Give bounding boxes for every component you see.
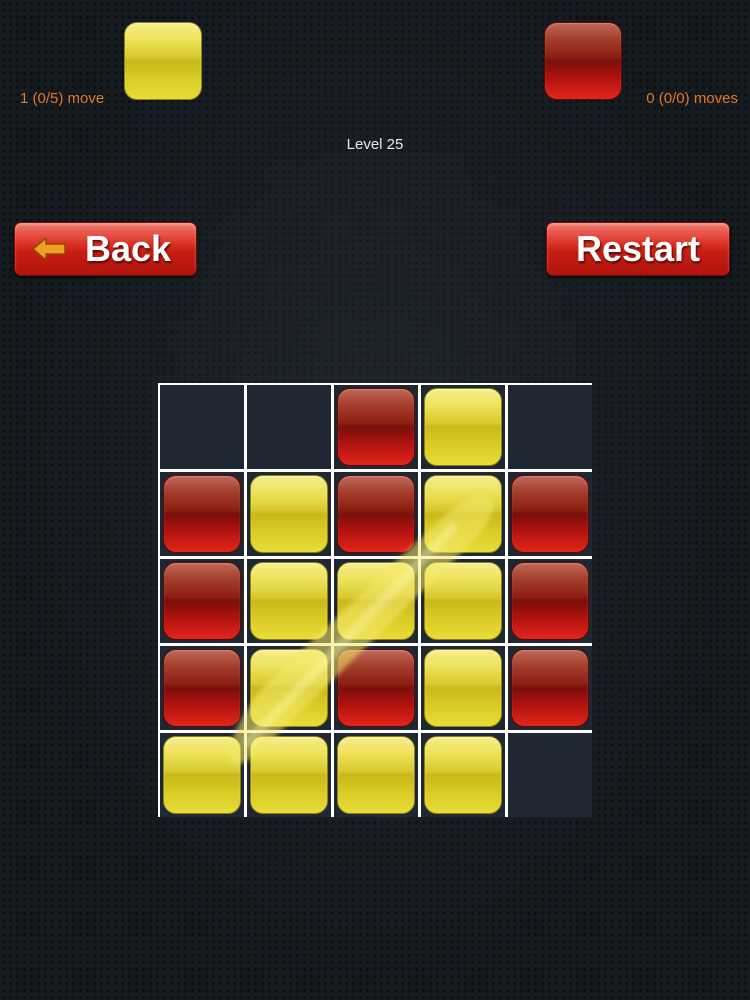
board-cell[interactable] [508,385,592,469]
board-cell[interactable] [508,559,592,643]
yellow-tile[interactable] [250,649,328,727]
yellow-tile[interactable] [337,562,415,640]
yellow-tile[interactable] [424,562,502,640]
board-cell[interactable] [421,472,505,556]
level-label: Level 25 [346,136,404,153]
board-cell[interactable] [247,385,331,469]
yellow-tile[interactable] [424,388,502,466]
board-cell[interactable] [421,646,505,730]
back-button-label: Back [85,228,172,269]
red-tile[interactable] [163,562,241,640]
board-cell[interactable] [160,472,244,556]
red-tile[interactable] [511,475,589,553]
red-tile[interactable] [511,649,589,727]
board-cell[interactable] [247,646,331,730]
board-cell[interactable] [421,559,505,643]
arrow-left-icon [32,237,66,261]
yellow-tile[interactable] [424,736,502,814]
restart-button[interactable]: Restart [546,222,730,276]
yellow-player-tile [124,22,202,100]
board-cell[interactable] [334,472,418,556]
board-cell[interactable] [334,385,418,469]
board-cell[interactable] [160,646,244,730]
yellow-move-counter: 1 (0/5) move [20,90,105,107]
board-cell[interactable] [247,472,331,556]
red-tile[interactable] [337,388,415,466]
board-cell[interactable] [508,733,592,817]
yellow-tile[interactable] [250,475,328,553]
board-cell[interactable] [508,472,592,556]
red-tile[interactable] [337,475,415,553]
yellow-tile[interactable] [163,736,241,814]
game-board[interactable] [158,383,592,817]
red-move-counter: 0 (0/0) moves [646,90,738,107]
board-cell[interactable] [160,733,244,817]
red-tile[interactable] [337,649,415,727]
red-tile[interactable] [163,649,241,727]
board-cell[interactable] [334,646,418,730]
board-cell[interactable] [334,559,418,643]
restart-button-label: Restart [575,228,701,269]
board-cell[interactable] [508,646,592,730]
board-cell[interactable] [160,559,244,643]
board-cell[interactable] [160,385,244,469]
yellow-tile[interactable] [250,736,328,814]
board-cell[interactable] [247,559,331,643]
yellow-tile[interactable] [250,562,328,640]
board-cell[interactable] [247,733,331,817]
red-tile[interactable] [511,562,589,640]
board-cell[interactable] [334,733,418,817]
board-cell[interactable] [421,385,505,469]
yellow-tile[interactable] [337,736,415,814]
red-tile[interactable] [163,475,241,553]
yellow-tile[interactable] [424,475,502,553]
yellow-tile[interactable] [424,649,502,727]
back-button[interactable]: Back [14,222,197,276]
red-player-tile [544,22,622,100]
board-cell[interactable] [421,733,505,817]
